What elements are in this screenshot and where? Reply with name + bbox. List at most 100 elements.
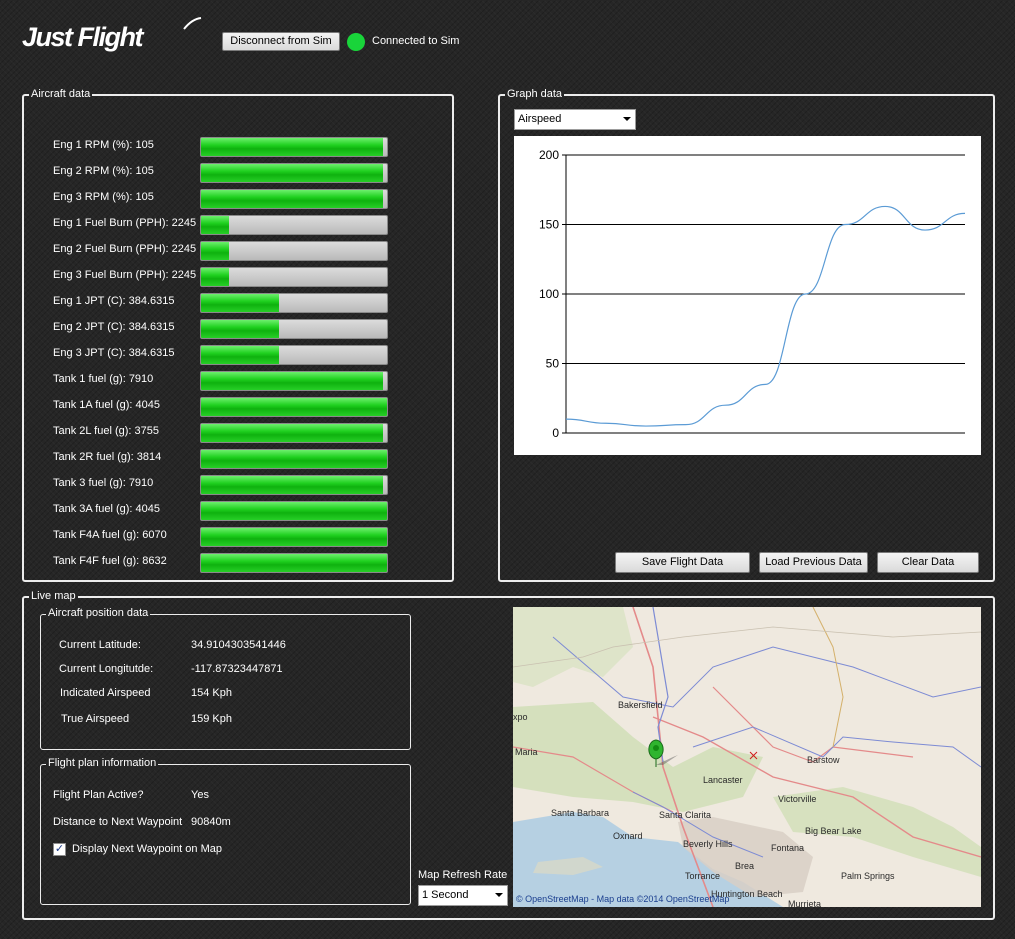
- chevron-down-icon: [623, 117, 631, 121]
- chart-series-line: [565, 205, 966, 427]
- map-place-label: Bakersfield: [618, 700, 663, 710]
- map-place-label: Maria: [515, 747, 538, 757]
- true-airspeed-value: 159 Kph: [191, 713, 232, 725]
- aircraft-row-label: Tank 3A fuel (g): 4045: [53, 503, 161, 515]
- progress-bar-fill: [201, 502, 387, 520]
- aircraft-row-progress-bar: [200, 267, 388, 287]
- map-refresh-rate-value: 1 Second: [422, 889, 469, 901]
- display-waypoint-label: Display Next Waypoint on Map: [72, 843, 222, 855]
- airspeed-chart: 0 50 100 150 200: [514, 136, 981, 455]
- map-place-label: Beverly Hills: [683, 839, 733, 849]
- progress-bar-fill: [201, 424, 384, 442]
- connection-status-text: Connected to Sim: [372, 35, 460, 47]
- aircraft-row-progress-bar: [200, 501, 388, 521]
- chevron-down-icon: [495, 893, 503, 897]
- flight-plan-active-label: Flight Plan Active?: [53, 789, 144, 801]
- aircraft-row-progress-bar: [200, 553, 388, 573]
- flight-plan-active-value: Yes: [191, 789, 209, 801]
- flight-plan-group: Flight plan information: [40, 757, 411, 905]
- flight-plan-title: Flight plan information: [46, 757, 159, 770]
- load-previous-data-button[interactable]: Load Previous Data: [759, 552, 868, 573]
- aircraft-row-progress-bar: [200, 319, 388, 339]
- progress-bar-fill: [201, 138, 384, 156]
- map-place-label: Brea: [735, 861, 755, 871]
- map-attribution: © OpenStreetMap - Map data ©2014 OpenStr…: [516, 894, 730, 904]
- progress-bar-fill: [201, 216, 229, 234]
- map-place-label: Barstow: [807, 755, 840, 765]
- longitude-value: -117.87323447871: [191, 663, 283, 675]
- aircraft-row-label: Tank 1A fuel (g): 4045: [53, 399, 161, 411]
- map-place-label: Palm Springs: [841, 871, 895, 881]
- graph-metric-select[interactable]: Airspeed: [514, 109, 636, 130]
- aircraft-row-progress-bar: [200, 163, 388, 183]
- progress-bar-fill: [201, 398, 387, 416]
- logo-text: Just Flight: [22, 22, 144, 52]
- live-map-view[interactable]: Bakersfield Maria Barstow Lancaster Victorvi…: [513, 607, 981, 907]
- map-place-label: xpo: [513, 712, 528, 722]
- aircraft-row-label: Eng 1 RPM (%): 105: [53, 139, 154, 151]
- aircraft-row-label: Eng 2 JPT (C): 384.6315: [53, 321, 175, 333]
- progress-bar-fill: [201, 554, 387, 572]
- aircraft-row-progress-bar: [200, 241, 388, 261]
- chart-y-tick-label: 50: [546, 357, 560, 371]
- longitude-label: Current Longitutde:: [59, 663, 154, 675]
- aircraft-row-progress-bar: [200, 423, 388, 443]
- aircraft-position-group: Aircraft position data: [40, 607, 411, 750]
- indicated-airspeed-label: Indicated Airspeed: [60, 687, 151, 699]
- save-flight-data-button[interactable]: Save Flight Data: [615, 552, 750, 573]
- aircraft-row-label: Tank 3 fuel (g): 7910: [53, 477, 154, 489]
- aircraft-row-progress-bar: [200, 189, 388, 209]
- progress-bar-fill: [201, 294, 280, 312]
- disconnect-button[interactable]: Disconnect from Sim: [222, 32, 340, 51]
- progress-bar-fill: [201, 268, 229, 286]
- clear-data-button[interactable]: Clear Data: [877, 552, 979, 573]
- connection-status-indicator: [347, 33, 365, 51]
- aircraft-row-progress-bar: [200, 137, 388, 157]
- aircraft-row-label: Eng 1 Fuel Burn (PPH): 2245: [53, 217, 197, 229]
- aircraft-row-label: Eng 3 JPT (C): 384.6315: [53, 347, 175, 359]
- progress-bar-fill: [201, 476, 384, 494]
- just-flight-logo: Just Flight: [22, 17, 202, 59]
- progress-bar-fill: [201, 320, 280, 338]
- aircraft-row-label: Tank F4A fuel (g): 6070: [53, 529, 167, 541]
- aircraft-row-progress-bar: [200, 345, 388, 365]
- graph-metric-value: Airspeed: [518, 113, 562, 125]
- aircraft-row-progress-bar: [200, 475, 388, 495]
- indicated-airspeed-value: 154 Kph: [191, 687, 232, 699]
- aircraft-row-progress-bar: [200, 527, 388, 547]
- logo-swoosh-icon: [183, 17, 202, 30]
- chart-y-tick-label: 150: [539, 218, 559, 232]
- map-place-label: Santa Barbara: [551, 808, 610, 818]
- map-refresh-rate-label: Map Refresh Rate: [418, 869, 508, 881]
- chart-y-tick-label: 200: [539, 148, 559, 162]
- aircraft-row-label: Tank F4F fuel (g): 8632: [53, 555, 167, 567]
- chart-svg: 0 50 100 150 200: [539, 148, 966, 440]
- distance-next-waypoint-label: Distance to Next Waypoint: [53, 816, 183, 828]
- aircraft-row-progress-bar: [200, 397, 388, 417]
- aircraft-row-label: Eng 2 Fuel Burn (PPH): 2245: [53, 243, 197, 255]
- map-place-label: Oxnard: [613, 831, 643, 841]
- aircraft-row-label: Tank 2L fuel (g): 3755: [53, 425, 159, 437]
- map-place-label: Lancaster: [703, 775, 743, 785]
- aircraft-row-progress-bar: [200, 293, 388, 313]
- progress-bar-fill: [201, 372, 384, 390]
- map-place-label: Murrieta: [788, 899, 822, 907]
- graph-data-title: Graph data: [505, 88, 565, 101]
- display-waypoint-checkbox[interactable]: ✓: [53, 843, 66, 856]
- chart-y-tick-label: 100: [539, 287, 559, 301]
- map-refresh-rate-select[interactable]: 1 Second: [418, 885, 508, 906]
- progress-bar-fill: [201, 450, 387, 468]
- chart-y-tick-label: 0: [552, 426, 559, 440]
- latitude-label: Current Latitude:: [59, 639, 141, 651]
- aircraft-row-label: Eng 3 RPM (%): 105: [53, 191, 154, 203]
- map-place-label: Big Bear Lake: [805, 826, 862, 836]
- aircraft-data-title: Aircraft data: [29, 88, 93, 101]
- progress-bar-fill: [201, 346, 280, 364]
- live-map-title: Live map: [29, 590, 78, 603]
- latitude-value: 34.9104303541446: [191, 639, 286, 651]
- true-airspeed-label: True Airspeed: [61, 713, 130, 725]
- aircraft-row-progress-bar: [200, 215, 388, 235]
- map-place-label: Victorville: [778, 794, 817, 804]
- progress-bar-fill: [201, 164, 384, 182]
- aircraft-row-label: Tank 2R fuel (g): 3814: [53, 451, 162, 463]
